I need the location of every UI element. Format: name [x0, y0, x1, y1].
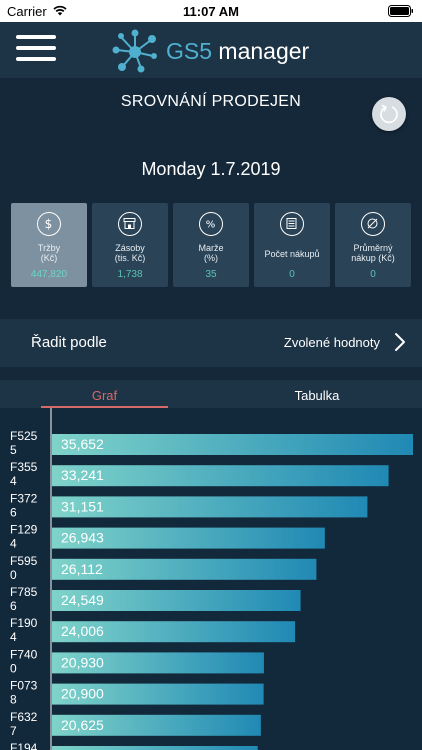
selected-date: Monday 1.7.2019 [141, 159, 281, 179]
category-label: F190 4 [10, 616, 38, 644]
bar-value-label: 33,241 [61, 467, 104, 483]
card-value: 0 [289, 269, 295, 280]
card-pocet-nakupu[interactable]: Počet nákupů 0 [254, 203, 330, 287]
bar-value-label: 20,900 [61, 686, 104, 702]
bar-chart: 35,652 F525 5 33,241 F355 4 31,151 F372 6 26,943 F… [0, 408, 422, 750]
chart-bar [52, 434, 413, 455]
category-label: F129 4 [10, 523, 38, 551]
sort-value: Zvolené hodnoty [283, 335, 380, 350]
bar-value-label: 26,943 [61, 530, 104, 546]
card-prumerny-nakup[interactable]: Průměrný nákup (Kč) 0 [335, 203, 411, 287]
card-label: Počet nákupů [264, 249, 320, 259]
status-bar: Carrier 11:07 AM [0, 0, 422, 22]
category-label: F632 7 [10, 710, 38, 738]
card-label: Marže (%) [198, 243, 224, 263]
battery-icon [388, 5, 413, 17]
refresh-button[interactable] [372, 97, 406, 131]
status-time: 11:07 AM [183, 4, 239, 19]
bar-value-label: 24,006 [61, 623, 104, 639]
network-logo-icon [112, 29, 157, 73]
card-label: Zásoby (tis. Kč) [114, 243, 146, 263]
metric-cards: $ Tržby (Kč) 447,820 Zásoby (tis. Kč) 1,73… [11, 203, 411, 287]
sort-by-row[interactable]: Řadit podle Zvolené hodnoty [0, 319, 422, 367]
bar-value-label: 20,930 [61, 654, 104, 670]
category-label: F073 8 [10, 679, 38, 707]
logo-manager: manager [218, 38, 310, 64]
view-tabs: Graf Tabulka [0, 380, 422, 408]
receipt-icon [280, 212, 304, 236]
card-value: 1,738 [117, 269, 143, 280]
bar-value-label: 35,652 [61, 436, 104, 452]
percent-icon: % [199, 212, 223, 236]
card-label: Tržby (Kč) [37, 243, 61, 263]
app-header: GS5 manager [0, 22, 422, 78]
tab-tabulka[interactable]: Tabulka [241, 388, 393, 403]
category-label: F194 [10, 741, 38, 750]
card-value: 0 [370, 269, 376, 280]
refresh-icon [380, 104, 398, 124]
category-label: F785 6 [10, 585, 38, 613]
bar-value-label: 31,151 [61, 498, 104, 514]
average-icon [361, 212, 385, 236]
logo-gs5: GS5 [166, 38, 213, 64]
dollar-icon: $ [37, 212, 61, 236]
app-logo-text: GS5 manager [166, 38, 309, 65]
card-zasoby[interactable]: Zásoby (tis. Kč) 1,738 [92, 203, 168, 287]
card-value: 35 [205, 269, 217, 280]
store-icon [118, 212, 142, 236]
category-label: F355 4 [10, 460, 38, 488]
tab-graf[interactable]: Graf [41, 388, 168, 403]
category-label: F525 5 [10, 429, 38, 457]
bar-value-label: 26,112 [61, 561, 103, 577]
bar-value-label: 24,549 [61, 592, 104, 608]
card-label: Průměrný nákup (Kč) [351, 243, 395, 263]
bar-value-label: 20,625 [61, 717, 104, 733]
chevron-right-icon [395, 333, 405, 351]
category-label: F740 0 [10, 647, 38, 675]
category-label: F372 6 [10, 491, 38, 519]
sort-label: Řadit podle [31, 334, 107, 351]
page-title: SROVNÁNÍ PRODEJEN [120, 93, 302, 110]
category-label: F595 0 [10, 554, 38, 582]
chart-svg: 35,652 F525 5 33,241 F355 4 31,151 F372 6 26,943 F… [10, 408, 413, 750]
card-trzby[interactable]: $ Tržby (Kč) 447,820 [11, 203, 87, 287]
svg-text:$: $ [45, 217, 53, 231]
hamburger-menu-icon[interactable] [16, 35, 56, 65]
svg-text:%: % [206, 220, 216, 231]
card-value: 447,820 [30, 269, 68, 280]
card-marze[interactable]: % Marže (%) 35 [173, 203, 249, 287]
